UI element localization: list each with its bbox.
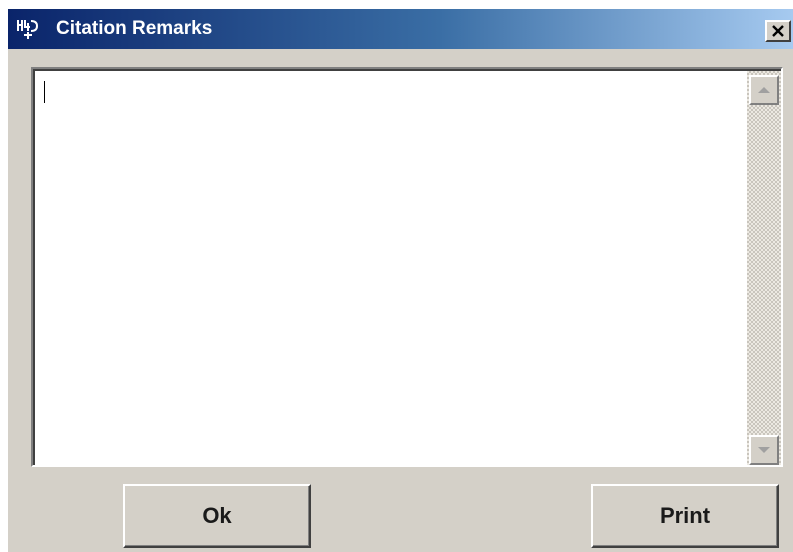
scroll-up-button[interactable] bbox=[749, 75, 779, 105]
print-button[interactable]: Print bbox=[591, 484, 779, 548]
close-button[interactable] bbox=[765, 20, 791, 42]
print-button-label: Print bbox=[659, 503, 711, 528]
arrow-down-icon bbox=[758, 447, 770, 453]
remarks-textarea[interactable] bbox=[35, 71, 747, 465]
remarks-frame bbox=[31, 67, 783, 467]
window-title: Citation Remarks bbox=[56, 18, 213, 39]
citation-remarks-dialog: Citation Remarks Ok Print bbox=[8, 9, 793, 552]
close-icon bbox=[772, 25, 784, 37]
arrow-up-icon bbox=[758, 87, 770, 93]
title-bar[interactable]: Citation Remarks bbox=[8, 9, 793, 49]
ok-button-label: Ok bbox=[202, 503, 232, 528]
ok-button[interactable]: Ok bbox=[123, 484, 311, 548]
remarks-area bbox=[35, 71, 781, 465]
text-caret bbox=[44, 81, 45, 103]
vertical-scrollbar[interactable] bbox=[747, 71, 781, 465]
app-logo-icon bbox=[16, 17, 40, 41]
scroll-down-button[interactable] bbox=[749, 435, 779, 465]
